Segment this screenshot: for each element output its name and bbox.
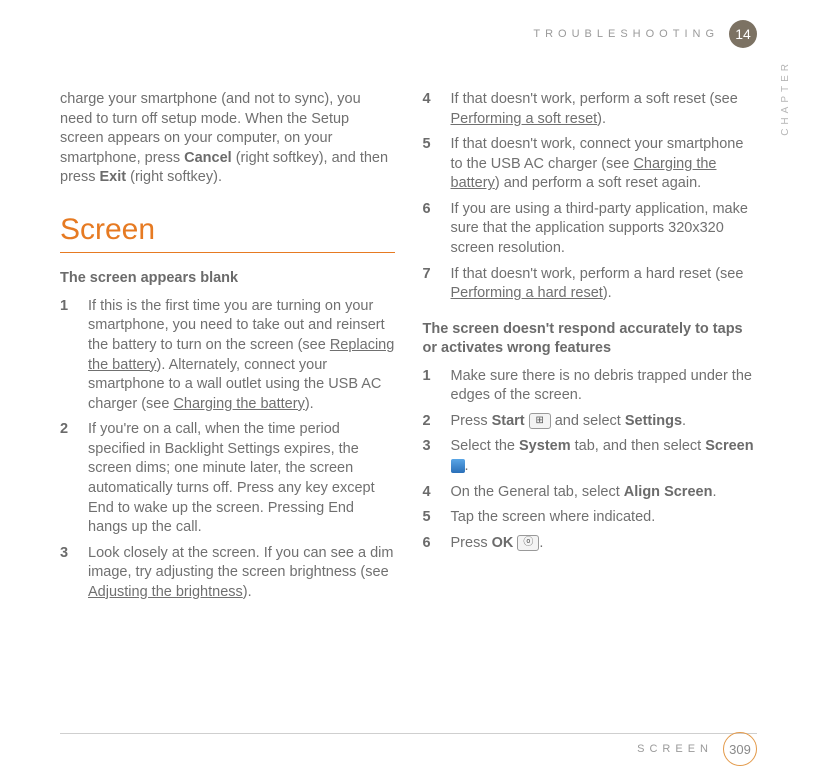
text: .	[712, 484, 716, 500]
text: ).	[243, 584, 252, 600]
text: .	[465, 458, 469, 474]
text: Select the	[451, 438, 520, 454]
step-body: Tap the screen where indicated.	[451, 508, 758, 528]
chapter-number-badge: 14	[729, 20, 757, 48]
list-item: 6 If you are using a third-party applica…	[423, 200, 758, 259]
text: and select	[555, 413, 625, 429]
text: On the General tab, select	[451, 484, 624, 500]
bold-screen: Screen	[705, 438, 753, 454]
text: If that doesn't work, perform a hard res…	[451, 266, 744, 282]
bold-exit: Exit	[100, 169, 127, 185]
step-number: 2	[60, 420, 76, 537]
step-body: Make sure there is no debris trapped und…	[451, 367, 758, 406]
step-number: 2	[423, 412, 439, 432]
subhead-screen-taps: The screen doesn't respond accurately to…	[423, 320, 758, 359]
text: Press	[451, 413, 492, 429]
step-body: Press OK ⓞ.	[451, 534, 758, 554]
page-header: TROUBLESHOOTING 14	[533, 20, 757, 48]
text: ).	[603, 285, 612, 301]
step-number: 4	[423, 483, 439, 503]
windows-flag-icon: ⊞	[529, 413, 551, 429]
step-body: On the General tab, select Align Screen.	[451, 483, 758, 503]
text: Look closely at the screen. If you can s…	[88, 545, 393, 581]
link-hard-reset[interactable]: Performing a hard reset	[451, 285, 603, 301]
step-body: Press Start ⊞ and select Settings.	[451, 412, 758, 432]
manual-page: TROUBLESHOOTING 14 CHAPTER charge your s…	[0, 0, 825, 782]
page-number: 309	[723, 732, 757, 766]
list-item: 2 If you're on a call, when the time per…	[60, 420, 395, 537]
text: .	[682, 413, 686, 429]
footer-section-label: SCREEN	[637, 743, 713, 755]
text: If that doesn't work, perform a soft res…	[451, 91, 738, 107]
list-item: 7 If that doesn't work, perform a hard r…	[423, 265, 758, 304]
list-item: 1 If this is the first time you are turn…	[60, 297, 395, 414]
list-item: 3 Look closely at the screen. If you can…	[60, 544, 395, 603]
list-item: 4 On the General tab, select Align Scree…	[423, 483, 758, 503]
text: tab, and then select	[571, 438, 706, 454]
step-number: 3	[60, 544, 76, 603]
link-adjusting-brightness[interactable]: Adjusting the brightness	[88, 584, 243, 600]
step-body: If you are using a third-party applicati…	[451, 200, 758, 259]
intro-paragraph: charge your smartphone (and not to sync)…	[60, 90, 395, 188]
step-number: 5	[423, 508, 439, 528]
link-charging-battery[interactable]: Charging the battery	[173, 396, 304, 412]
step-body: If that doesn't work, connect your smart…	[451, 135, 758, 194]
text: .	[539, 535, 543, 551]
bold-settings: Settings	[625, 413, 682, 429]
screen-settings-icon	[451, 459, 465, 473]
step-number: 3	[423, 437, 439, 476]
step-body: If this is the first time you are turnin…	[88, 297, 395, 414]
list-item: 5 Tap the screen where indicated.	[423, 508, 758, 528]
list-item: 5 If that doesn't work, connect your sma…	[423, 135, 758, 194]
step-number: 6	[423, 200, 439, 259]
list-item: 1 Make sure there is no debris trapped u…	[423, 367, 758, 406]
step-number: 1	[423, 367, 439, 406]
content-columns: charge your smartphone (and not to sync)…	[60, 90, 757, 722]
text: ).	[597, 111, 606, 127]
list-item: 2 Press Start ⊞ and select Settings.	[423, 412, 758, 432]
step-body: Look closely at the screen. If you can s…	[88, 544, 395, 603]
step-number: 5	[423, 135, 439, 194]
section-heading-screen: Screen	[60, 210, 395, 254]
bold-start: Start	[492, 413, 525, 429]
step-body: If that doesn't work, perform a soft res…	[451, 90, 758, 129]
step-body: Select the System tab, and then select S…	[451, 437, 758, 476]
text: (right softkey).	[126, 169, 222, 185]
text: ) and perform a soft reset again.	[495, 175, 701, 191]
page-footer: SCREEN 309	[637, 732, 757, 766]
subhead-blank-screen: The screen appears blank	[60, 269, 395, 289]
bold-cancel: Cancel	[184, 150, 232, 166]
text: ).	[305, 396, 314, 412]
list-item: 3 Select the System tab, and then select…	[423, 437, 758, 476]
step-number: 4	[423, 90, 439, 129]
chapter-vertical-label: CHAPTER	[780, 60, 791, 136]
list-item: 6 Press OK ⓞ.	[423, 534, 758, 554]
ok-key-icon: ⓞ	[517, 535, 539, 551]
step-number: 6	[423, 534, 439, 554]
link-soft-reset[interactable]: Performing a soft reset	[451, 111, 598, 127]
text: Press	[451, 535, 492, 551]
bold-ok: OK	[492, 535, 514, 551]
step-body: If that doesn't work, perform a hard res…	[451, 265, 758, 304]
steps-list-2: 1 Make sure there is no debris trapped u…	[423, 367, 758, 554]
step-body: If you're on a call, when the time perio…	[88, 420, 395, 537]
step-number: 1	[60, 297, 76, 414]
list-item: 4 If that doesn't work, perform a soft r…	[423, 90, 758, 129]
bold-align-screen: Align Screen	[624, 484, 713, 500]
header-section-label: TROUBLESHOOTING	[533, 28, 719, 40]
step-number: 7	[423, 265, 439, 304]
bold-system: System	[519, 438, 571, 454]
